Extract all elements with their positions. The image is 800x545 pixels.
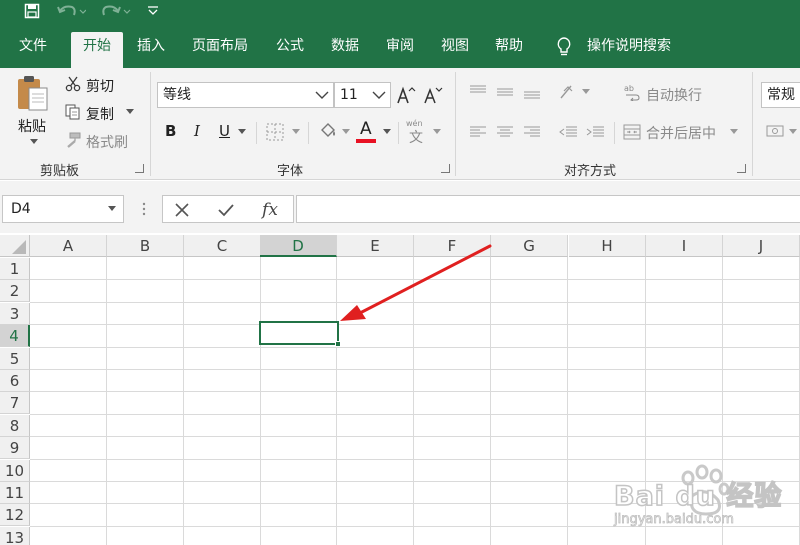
copy-dropdown-icon[interactable] bbox=[125, 108, 135, 116]
orientation-dropdown-icon[interactable] bbox=[581, 88, 591, 96]
formula-input[interactable] bbox=[296, 195, 800, 223]
divider bbox=[398, 122, 399, 144]
format-painter-icon bbox=[64, 131, 82, 149]
clipboard-launcher-icon[interactable] bbox=[135, 164, 144, 173]
wrap-text-button[interactable]: 自动换行 bbox=[646, 85, 702, 105]
font-size-combo[interactable]: 11 bbox=[334, 82, 391, 108]
scissors-icon bbox=[64, 75, 82, 93]
tab-view[interactable]: 视图 bbox=[441, 34, 469, 58]
undo-icon[interactable] bbox=[56, 2, 86, 20]
tab-review[interactable]: 审阅 bbox=[386, 34, 414, 58]
align-bottom-icon[interactable] bbox=[522, 84, 542, 100]
paste-button[interactable]: 粘贴 bbox=[18, 116, 46, 136]
tab-home[interactable]: 开始 bbox=[71, 32, 123, 68]
group-label-alignment: 对齐方式 bbox=[564, 164, 617, 179]
copy-icon bbox=[64, 103, 82, 121]
align-middle-icon[interactable] bbox=[495, 84, 515, 100]
baidu-jingyan-watermark: Bai du 经验 jingyan.baidu.com bbox=[612, 456, 798, 542]
chevron-down-icon[interactable] bbox=[315, 91, 329, 100]
align-right-icon[interactable] bbox=[522, 124, 542, 140]
underline-button[interactable]: U bbox=[219, 122, 230, 140]
paste-dropdown-icon[interactable] bbox=[29, 138, 39, 146]
group-separator bbox=[150, 72, 151, 176]
borders-icon[interactable] bbox=[265, 122, 285, 142]
borders-dropdown-icon[interactable] bbox=[291, 128, 301, 136]
merge-dropdown-icon[interactable] bbox=[729, 128, 739, 136]
font-name-value: 等线 bbox=[163, 87, 191, 103]
increase-font-size-icon[interactable] bbox=[396, 84, 416, 106]
bold-button[interactable]: B bbox=[165, 122, 176, 140]
name-box-dropdown-icon[interactable] bbox=[107, 205, 117, 213]
increase-indent-icon[interactable] bbox=[584, 124, 606, 140]
tab-data[interactable]: 数据 bbox=[331, 34, 359, 58]
group-separator bbox=[455, 72, 456, 176]
formula-bar-grip-icon[interactable] bbox=[140, 199, 148, 219]
watermark-brand: Bai du 经验 bbox=[613, 480, 783, 513]
tell-me-search[interactable]: 操作说明搜索 bbox=[587, 34, 671, 58]
phonetic-dropdown-icon[interactable] bbox=[432, 128, 442, 136]
tab-insert[interactable]: 插入 bbox=[137, 34, 165, 58]
number-format-value: 常规 bbox=[767, 87, 795, 103]
insert-function-icon[interactable]: fx bbox=[259, 199, 281, 221]
divider bbox=[256, 122, 257, 144]
underline-dropdown-icon[interactable] bbox=[237, 128, 247, 136]
redo-icon[interactable] bbox=[98, 2, 132, 20]
decrease-indent-icon[interactable] bbox=[557, 124, 579, 140]
ribbon-home: 粘贴 剪切 复制 格式刷 剪贴板 等线 11 B I U A wén 文 字体 … bbox=[0, 68, 800, 180]
enter-check-icon[interactable] bbox=[217, 201, 235, 219]
divider bbox=[308, 122, 309, 144]
decrease-font-size-icon[interactable] bbox=[423, 84, 443, 106]
merge-center-icon bbox=[622, 122, 642, 142]
italic-button[interactable]: I bbox=[194, 122, 200, 140]
watermark-url: jingyan.baidu.com bbox=[614, 512, 735, 528]
chevron-down-icon[interactable] bbox=[372, 91, 386, 100]
save-icon[interactable] bbox=[22, 2, 42, 20]
accounting-dropdown-icon[interactable] bbox=[788, 128, 798, 136]
group-label-clipboard: 剪贴板 bbox=[40, 164, 80, 179]
font-color-dropdown-icon[interactable] bbox=[382, 128, 392, 136]
group-label-font: 字体 bbox=[277, 164, 304, 179]
phonetic-guide-button[interactable]: 文 bbox=[409, 127, 423, 147]
copy-button[interactable]: 复制 bbox=[86, 104, 114, 124]
lightbulb-icon bbox=[556, 36, 572, 58]
align-center-icon[interactable] bbox=[495, 124, 515, 140]
font-launcher-icon[interactable] bbox=[441, 164, 450, 173]
svg-text:ab: ab bbox=[624, 84, 634, 93]
ribbon-tab-bar: 文件 开始 插入 页面布局 公式 数据 审阅 视图 帮助 操作说明搜索 bbox=[0, 22, 800, 68]
paste-icon[interactable] bbox=[14, 74, 52, 114]
format-painter-button[interactable]: 格式刷 bbox=[86, 132, 128, 152]
cut-button[interactable]: 剪切 bbox=[86, 76, 114, 96]
orientation-icon[interactable] bbox=[557, 82, 579, 102]
formula-bar: D4 fx bbox=[0, 181, 800, 233]
divider bbox=[614, 122, 615, 144]
alignment-launcher-icon[interactable] bbox=[737, 164, 746, 173]
tab-formulas[interactable]: 公式 bbox=[276, 34, 304, 58]
align-left-icon[interactable] bbox=[468, 124, 488, 140]
wrap-text-icon: ab bbox=[622, 82, 642, 102]
fill-color-dropdown-icon[interactable] bbox=[341, 128, 351, 136]
customize-qat-icon[interactable] bbox=[146, 2, 160, 20]
group-separator bbox=[752, 72, 753, 176]
formula-buttons: fx bbox=[162, 195, 294, 223]
font-size-value: 11 bbox=[340, 87, 358, 103]
tab-file[interactable]: 文件 bbox=[19, 34, 47, 58]
name-box-value: D4 bbox=[11, 201, 31, 217]
font-color-button[interactable]: A bbox=[360, 119, 372, 139]
font-color-swatch bbox=[356, 139, 376, 143]
merge-center-button[interactable]: 合并后居中 bbox=[646, 123, 716, 143]
fill-color-icon[interactable] bbox=[317, 120, 339, 142]
title-bar bbox=[0, 0, 800, 22]
tab-page-layout[interactable]: 页面布局 bbox=[192, 34, 248, 58]
worksheet-grid[interactable]: A B C D E F G H I J 1 2 3 4 5 6 7 8 9 10 11 12 13 Bai du 经验 ji… bbox=[0, 233, 800, 545]
cancel-x-icon[interactable] bbox=[173, 201, 191, 219]
number-format-combo[interactable]: 常规 bbox=[761, 82, 800, 108]
accounting-format-icon[interactable] bbox=[764, 122, 786, 142]
tab-help[interactable]: 帮助 bbox=[495, 34, 523, 58]
name-box[interactable]: D4 bbox=[2, 195, 124, 223]
font-name-combo[interactable]: 等线 bbox=[157, 82, 334, 108]
align-top-icon[interactable] bbox=[468, 84, 488, 100]
